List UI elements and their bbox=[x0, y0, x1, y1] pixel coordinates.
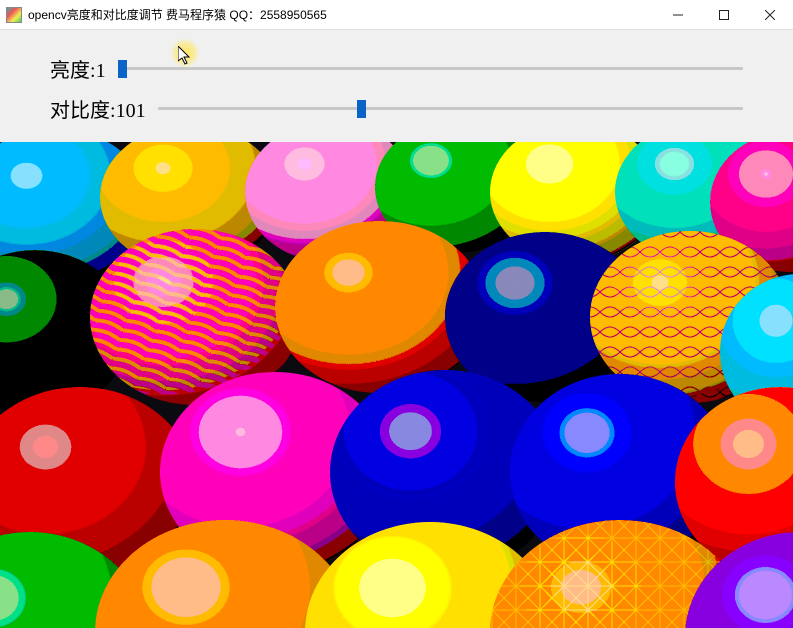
cursor-highlight bbox=[170, 38, 200, 68]
minimize-button[interactable] bbox=[655, 0, 701, 30]
contrast-row: 对比度:101 bbox=[50, 88, 743, 128]
brightness-thumb[interactable] bbox=[118, 60, 127, 78]
contrast-track[interactable] bbox=[158, 107, 743, 110]
window-title: opencv亮度和对比度调节 费马程序猿 QQ：2558950565 bbox=[28, 6, 327, 23]
contrast-thumb[interactable] bbox=[357, 100, 366, 118]
eggs-image bbox=[0, 142, 793, 628]
titlebar: opencv亮度和对比度调节 费马程序猿 QQ：2558950565 bbox=[0, 0, 793, 30]
close-icon bbox=[765, 10, 775, 20]
maximize-button[interactable] bbox=[701, 0, 747, 30]
brightness-label: 亮度:1 bbox=[50, 54, 106, 83]
close-button[interactable] bbox=[747, 0, 793, 30]
brightness-track[interactable] bbox=[118, 67, 743, 70]
image-display bbox=[0, 142, 793, 628]
brightness-row: 亮度:1 bbox=[50, 48, 743, 88]
minimize-icon bbox=[673, 10, 683, 20]
maximize-icon bbox=[719, 10, 729, 20]
contrast-label: 对比度:101 bbox=[50, 94, 146, 123]
app-icon bbox=[6, 7, 22, 23]
cursor-arrow-icon bbox=[178, 46, 194, 66]
trackbar-panel: 亮度:1 对比度:101 bbox=[0, 30, 793, 142]
mouse-cursor bbox=[170, 38, 210, 78]
